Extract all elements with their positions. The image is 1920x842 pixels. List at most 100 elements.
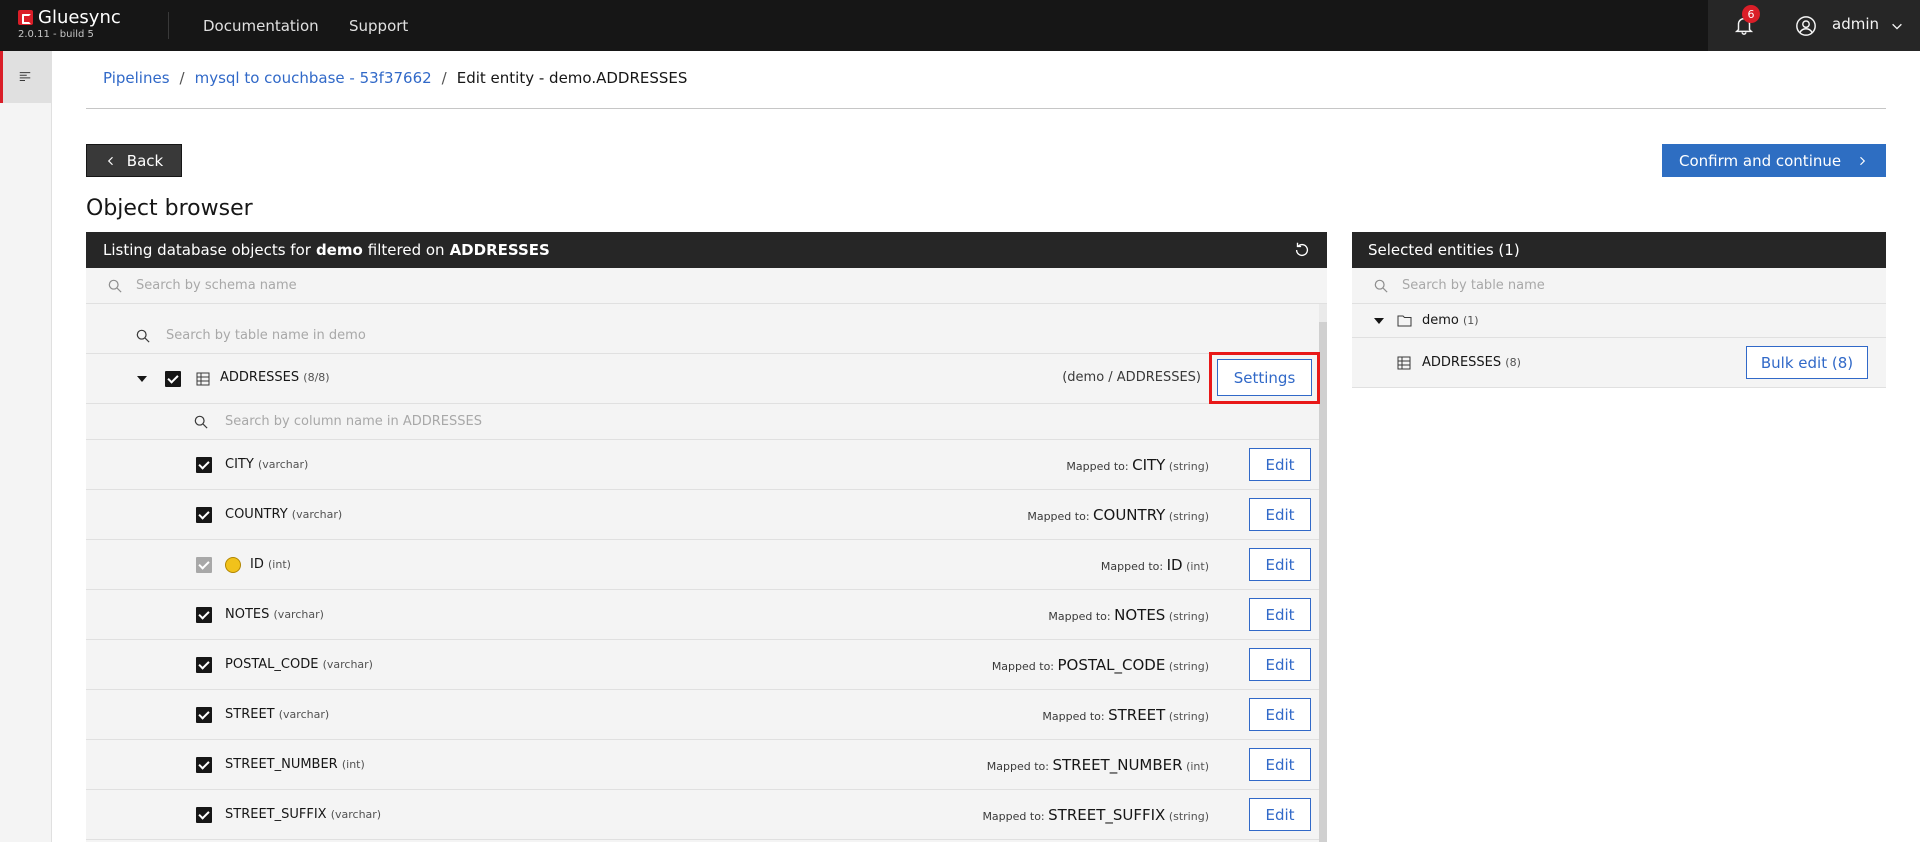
- notification-count-badge: 6: [1742, 5, 1760, 23]
- column-row-country[interactable]: COUNTRY (varchar) Mapped to: COUNTRY (st…: [86, 490, 1319, 540]
- column-name: STREET_NUMBER: [225, 757, 338, 772]
- column-row-id[interactable]: ID (int) Mapped to: ID (int) Edit: [86, 540, 1319, 590]
- nav-documentation[interactable]: Documentation: [203, 0, 319, 51]
- column-mapping: Mapped to: NOTES (string): [1048, 606, 1209, 624]
- confirm-and-continue-button[interactable]: Confirm and continue: [1662, 144, 1886, 177]
- column-checkbox[interactable]: [196, 657, 212, 673]
- mapped-target: ID: [1166, 556, 1183, 574]
- selected-table-search-field[interactable]: Search by table name: [1352, 268, 1886, 304]
- column-checkbox[interactable]: [196, 757, 212, 773]
- mapped-prefix: Mapped to:: [1100, 560, 1167, 573]
- column-mapping: Mapped to: COUNTRY (string): [1027, 506, 1209, 524]
- selected-table-row[interactable]: ADDRESSES (8) Bulk edit (8): [1352, 338, 1886, 388]
- header-schema: demo: [315, 241, 363, 259]
- header-filter: ADDRESSES: [449, 241, 550, 259]
- gluesync-logo-icon: [18, 10, 33, 25]
- brand[interactable]: Gluesync 2.0.11 - build 5: [18, 7, 121, 40]
- column-mapping: Mapped to: STREET (string): [1042, 706, 1209, 724]
- object-browser-panel: Listing database objects for demo filter…: [86, 232, 1327, 842]
- table-name: ADDRESSES: [220, 370, 300, 385]
- edit-button[interactable]: Edit: [1249, 448, 1311, 481]
- mapped-prefix: Mapped to:: [986, 760, 1053, 773]
- column-name: POSTAL_CODE: [225, 657, 319, 672]
- confirm-button-label: Confirm and continue: [1679, 151, 1842, 170]
- table-icon: [196, 372, 210, 386]
- column-row-street-suffix[interactable]: STREET_SUFFIX (varchar) Mapped to: STREE…: [86, 790, 1319, 840]
- breadcrumb-current: Edit entity - demo.ADDRESSES: [456, 69, 688, 87]
- edit-button[interactable]: Edit: [1249, 648, 1311, 681]
- table-checkbox[interactable]: [165, 371, 181, 387]
- user-avatar-icon[interactable]: [1795, 15, 1817, 37]
- header-mid: filtered on: [367, 241, 445, 259]
- column-checkbox[interactable]: [196, 507, 212, 523]
- column-mapping: Mapped to: ID (int): [1101, 556, 1209, 574]
- mapped-type: (string): [1168, 460, 1209, 473]
- topbar-divider: [168, 12, 169, 39]
- column-checkbox[interactable]: [196, 607, 212, 623]
- column-checkbox[interactable]: [196, 807, 212, 823]
- settings-button[interactable]: Settings: [1217, 359, 1312, 396]
- column-label: NOTES (varchar): [225, 607, 324, 622]
- schema-search-field[interactable]: Search by schema name: [86, 268, 1327, 304]
- edit-button[interactable]: Edit: [1249, 598, 1311, 631]
- column-name: NOTES: [225, 607, 270, 622]
- nav-support[interactable]: Support: [349, 0, 408, 51]
- column-search-placeholder: Search by column name in ADDRESSES: [225, 414, 482, 429]
- scrollbar-thumb[interactable]: [1319, 322, 1327, 842]
- column-label: POSTAL_CODE (varchar): [225, 657, 373, 672]
- breadcrumb-pipelines[interactable]: Pipelines: [103, 69, 170, 87]
- mapped-prefix: Mapped to:: [1066, 460, 1133, 473]
- edit-button[interactable]: Edit: [1249, 498, 1311, 531]
- bulk-edit-button[interactable]: Bulk edit (8): [1746, 346, 1868, 379]
- table-path: (demo / ADDRESSES): [1062, 370, 1201, 385]
- folder-icon: [1397, 315, 1412, 327]
- user-name[interactable]: admin: [1832, 15, 1879, 33]
- mapped-target: NOTES: [1114, 606, 1166, 624]
- pipeline-list-icon: [19, 72, 31, 82]
- app-version: 2.0.11 - build 5: [18, 29, 94, 40]
- table-name-label: ADDRESSES (8/8): [220, 370, 330, 385]
- column-row-postal-code[interactable]: POSTAL_CODE (varchar) Mapped to: POSTAL_…: [86, 640, 1319, 690]
- back-button[interactable]: Back: [86, 144, 182, 177]
- column-row-city[interactable]: CITY (varchar) Mapped to: CITY (string) …: [86, 440, 1319, 490]
- refresh-icon[interactable]: [1293, 241, 1311, 259]
- table-count: (8/8): [303, 371, 330, 384]
- schema-name: demo: [1422, 313, 1459, 328]
- selected-schema-row[interactable]: demo (1): [1352, 304, 1886, 338]
- column-name: COUNTRY: [225, 507, 288, 522]
- column-type: (int): [268, 558, 291, 571]
- column-label: STREET_SUFFIX (varchar): [225, 807, 381, 822]
- edit-button[interactable]: Edit: [1249, 548, 1311, 581]
- edit-button[interactable]: Edit: [1249, 698, 1311, 731]
- mapped-target: STREET: [1108, 706, 1166, 724]
- caret-down-icon[interactable]: [1374, 318, 1384, 324]
- breadcrumb-separator: /: [441, 69, 447, 87]
- table-tree-row[interactable]: ADDRESSES (8/8) (demo / ADDRESSES): [86, 354, 1319, 404]
- table-search-field[interactable]: Search by table name in demo: [86, 318, 1319, 354]
- selected-table-name: ADDRESSES: [1422, 355, 1502, 370]
- caret-down-icon[interactable]: [137, 376, 147, 382]
- chevron-left-icon: [107, 156, 113, 165]
- mapped-target: POSTAL_CODE: [1057, 656, 1166, 674]
- column-type: (varchar): [291, 508, 343, 521]
- column-checkbox[interactable]: [196, 707, 212, 723]
- column-search-field[interactable]: Search by column name in ADDRESSES: [86, 404, 1319, 440]
- column-row-street-number[interactable]: STREET_NUMBER (int) Mapped to: STREET_NU…: [86, 740, 1319, 790]
- mapped-prefix: Mapped to:: [1042, 710, 1109, 723]
- mapped-target: STREET_SUFFIX: [1048, 806, 1166, 824]
- edit-button[interactable]: Edit: [1249, 748, 1311, 781]
- column-label: COUNTRY (varchar): [225, 507, 342, 522]
- column-checkbox-disabled: [196, 557, 212, 573]
- column-mapping: Mapped to: POSTAL_CODE (string): [992, 656, 1209, 674]
- search-icon: [194, 415, 208, 429]
- column-row-street[interactable]: STREET (varchar) Mapped to: STREET (stri…: [86, 690, 1319, 740]
- mapped-type: (string): [1168, 710, 1209, 723]
- chevron-down-icon[interactable]: [1890, 19, 1904, 33]
- breadcrumb-separator: /: [179, 69, 185, 87]
- edit-button[interactable]: Edit: [1249, 798, 1311, 831]
- column-checkbox[interactable]: [196, 457, 212, 473]
- breadcrumb-pipeline[interactable]: mysql to couchbase - 53f37662: [195, 69, 432, 87]
- column-row-notes[interactable]: NOTES (varchar) Mapped to: NOTES (string…: [86, 590, 1319, 640]
- schema-search-placeholder: Search by schema name: [136, 278, 297, 293]
- page-title: Object browser: [86, 196, 253, 221]
